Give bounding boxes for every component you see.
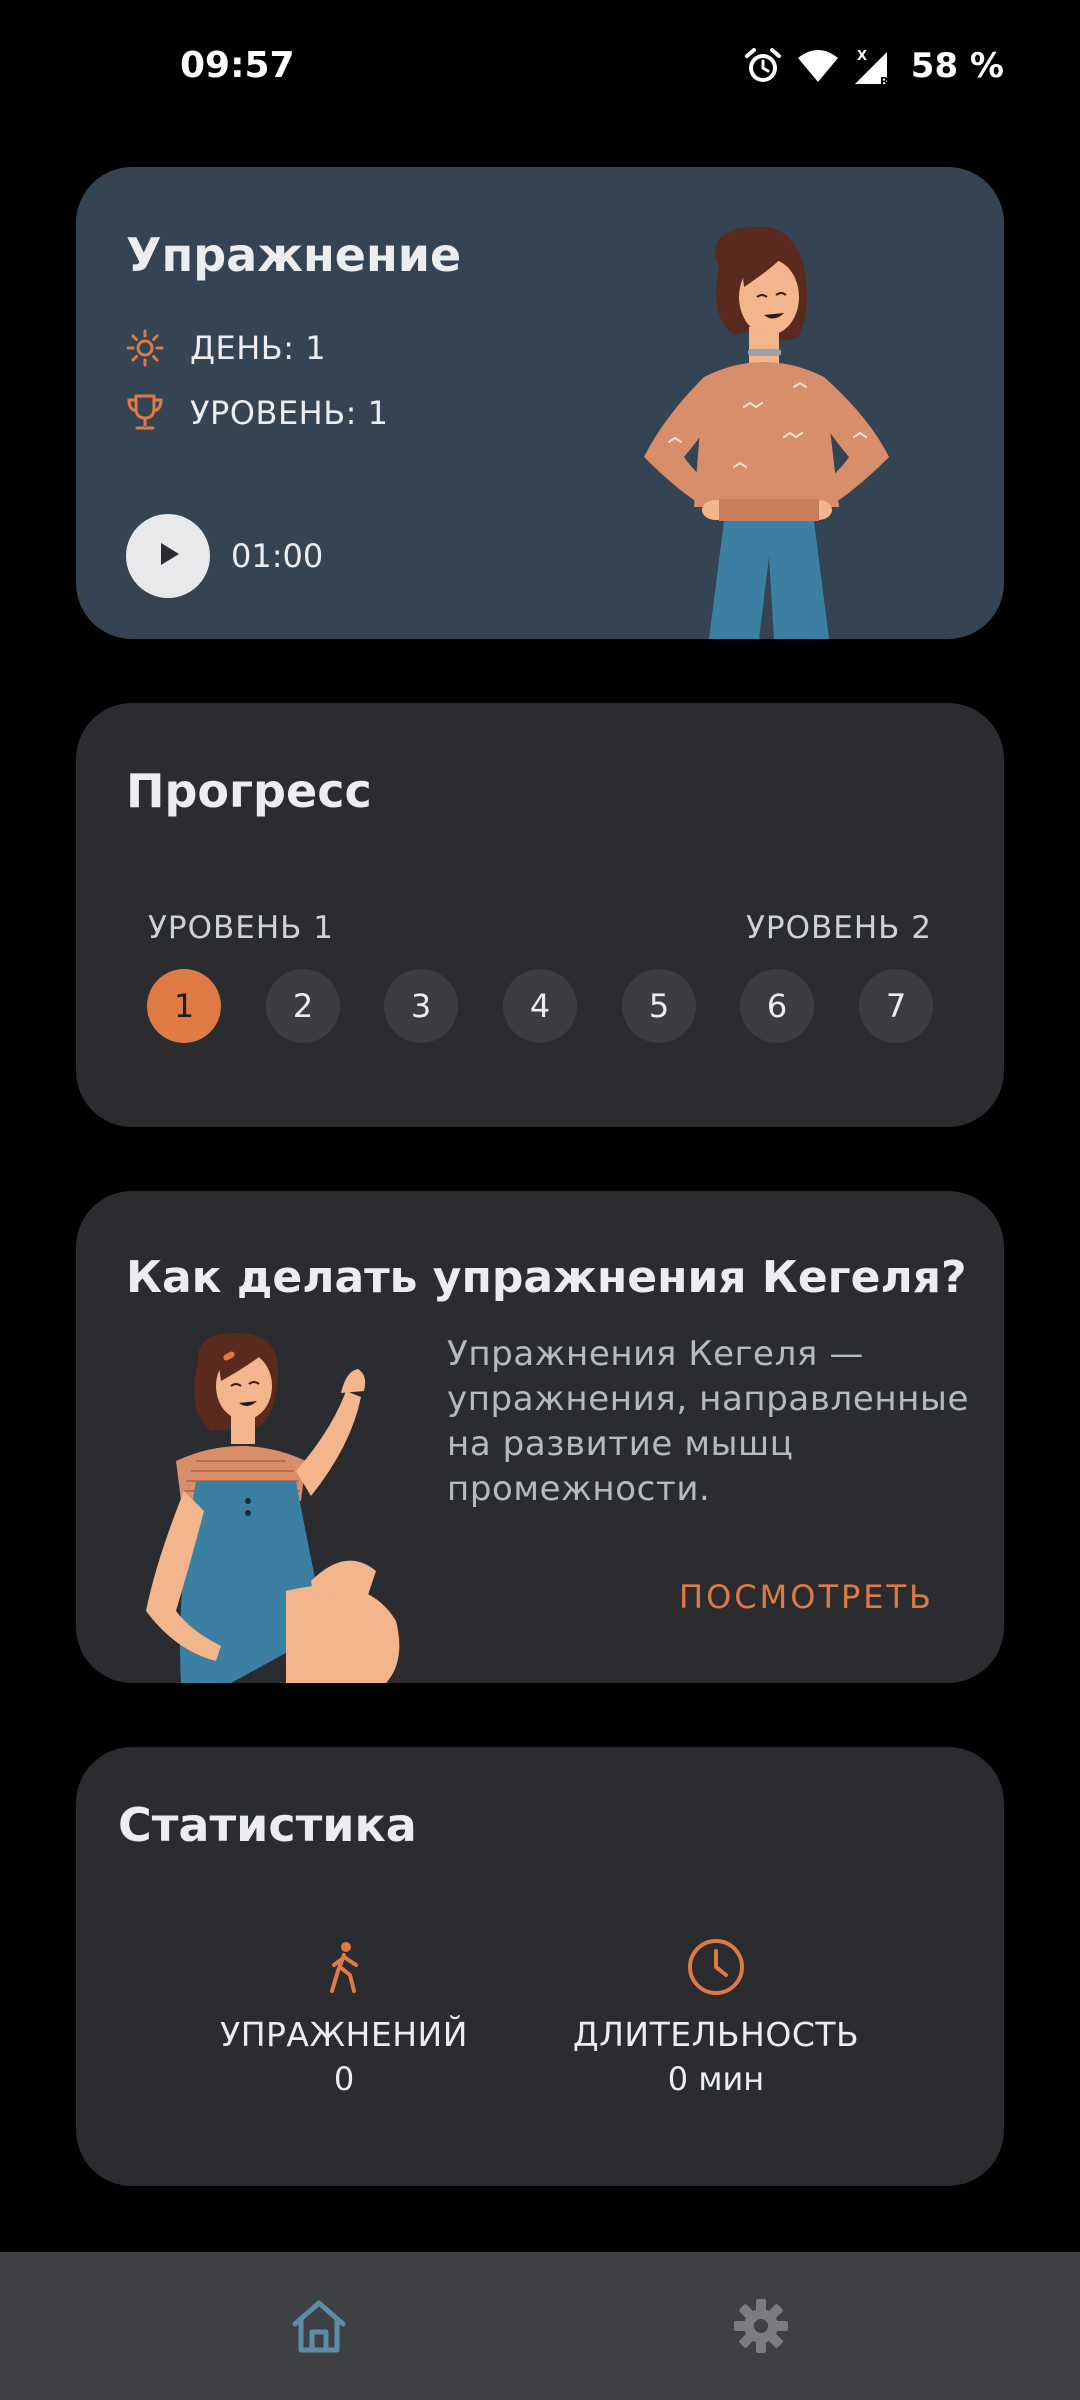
nav-settings[interactable]: [721, 2288, 801, 2368]
progress-card: Прогресс УРОВЕНЬ 1 УРОВЕНЬ 2 1 2 3 4 5 6…: [76, 703, 1004, 1127]
progress-title: Прогресс: [126, 764, 372, 818]
level-end-label: УРОВЕНЬ 2: [746, 910, 932, 946]
clock-icon: [686, 1937, 746, 2001]
status-icons: X R 58 %: [743, 42, 1004, 90]
sun-icon: [126, 329, 164, 367]
stat-duration: ДЛИТЕЛЬНОСТЬ 0 мин: [556, 1937, 876, 2101]
day-row: ДЕНЬ: 1: [126, 329, 326, 367]
exercises-value: 0: [333, 2060, 355, 2098]
day-dot-3[interactable]: 3: [384, 969, 458, 1043]
duration-label: ДЛИТЕЛЬНОСТЬ: [572, 2015, 860, 2054]
stat-exercises: УПРАЖНЕНИЙ 0: [184, 1937, 504, 2101]
home-icon: [289, 2296, 349, 2360]
stats-title: Статистика: [118, 1798, 417, 1852]
play-icon: [153, 539, 183, 573]
day-dot-4[interactable]: 4: [503, 969, 577, 1043]
view-button[interactable]: ПОСМОТРЕТЬ: [679, 1578, 934, 1616]
status-time: 09:57: [180, 45, 295, 86]
svg-text:R: R: [880, 75, 889, 86]
day-dot-1[interactable]: 1: [147, 969, 221, 1043]
status-bar: 09:57 X R 58 %: [0, 0, 1080, 134]
alarm-icon: [743, 46, 783, 86]
duration-value: 0 мин: [667, 2060, 765, 2098]
day-dot-5[interactable]: 5: [622, 969, 696, 1043]
kegel-description: Упражнения Кегеля — упражнения, направле…: [447, 1334, 969, 1509]
wifi-icon: [797, 48, 839, 84]
day-dot-6[interactable]: 6: [740, 969, 814, 1043]
play-button[interactable]: [126, 514, 210, 598]
day-dot-2[interactable]: 2: [266, 969, 340, 1043]
exercise-title: Упражнение: [126, 228, 462, 282]
exercise-card[interactable]: Упражнение ДЕНЬ: 1 УРОВЕНЬ: 1 01:00: [76, 167, 1004, 639]
svg-text:X: X: [857, 49, 867, 64]
signal-icon: X R: [853, 46, 893, 86]
level-start-label: УРОВЕНЬ 1: [148, 910, 334, 946]
day-dot-7[interactable]: 7: [859, 969, 933, 1043]
kegel-card[interactable]: Как делать упражнения Кегеля? Упражнения…: [76, 1191, 1004, 1683]
bottom-nav: [0, 2252, 1080, 2400]
stats-card: Статистика УПРАЖНЕНИЙ 0 ДЛИТЕЛЬНОСТЬ 0 м…: [76, 1747, 1004, 2186]
nav-home[interactable]: [279, 2288, 359, 2368]
trophy-icon: [126, 393, 164, 433]
woman-sitting-illustration: [136, 1331, 496, 1683]
walking-icon: [324, 1941, 364, 1997]
day-label: ДЕНЬ: 1: [190, 329, 327, 367]
gear-icon: [731, 2296, 791, 2360]
exercises-label: УПРАЖНЕНИЙ: [220, 2015, 468, 2054]
level-row: УРОВЕНЬ: 1: [126, 393, 388, 433]
battery-level: 58 %: [910, 46, 1004, 86]
level-label: УРОВЕНЬ: 1: [190, 394, 389, 432]
kegel-title: Как делать упражнения Кегеля?: [126, 1252, 967, 1303]
exercise-duration: 01:00: [231, 537, 324, 575]
woman-standing-illustration: [624, 226, 914, 639]
